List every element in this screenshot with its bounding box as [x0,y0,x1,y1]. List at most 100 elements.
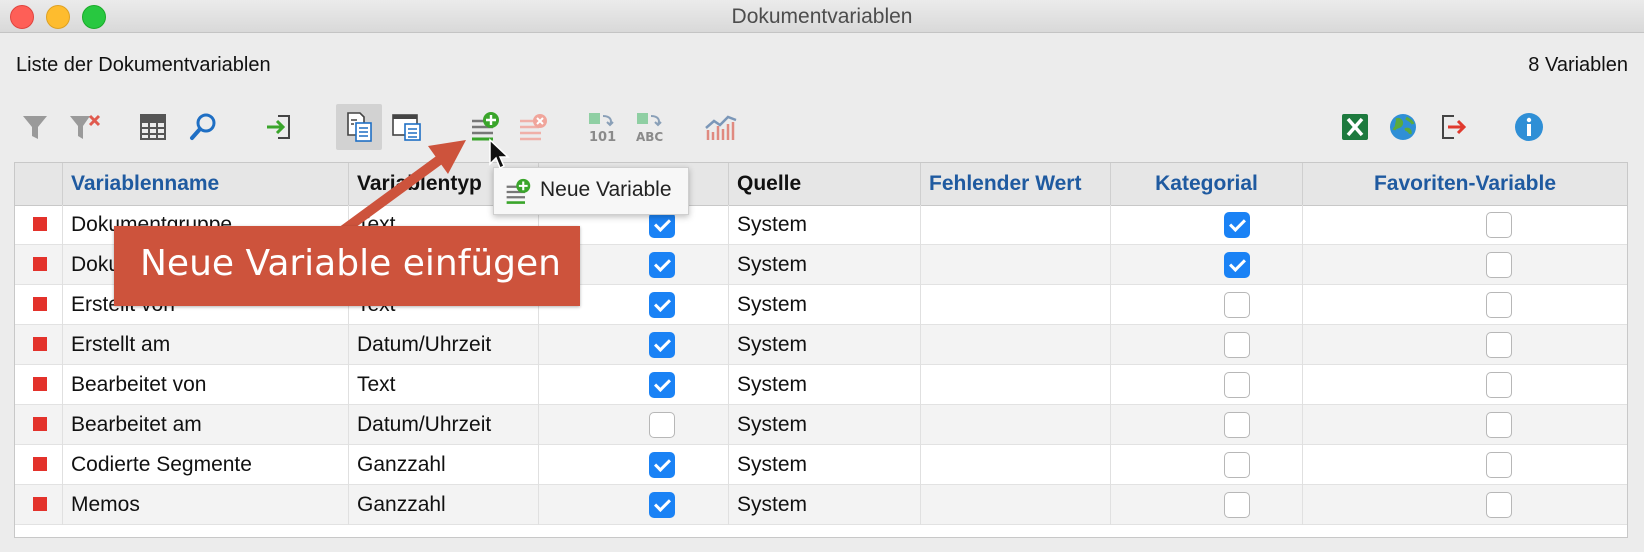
missing-value-cell [921,325,1111,365]
filter-icon [23,116,47,139]
column-header-source[interactable]: Quelle [729,163,921,205]
favorite-checkbox[interactable] [1486,252,1512,278]
missing-value-cell [921,445,1111,485]
clear-filter-button[interactable] [62,104,108,150]
delete-variable-button[interactable] [510,104,556,150]
code-variables-button[interactable] [384,104,430,150]
favorite-cell [1303,245,1627,285]
convert-text-button[interactable]: ABC [628,104,674,150]
convert-numeric-button[interactable]: 101 [580,104,626,150]
variable-count: 8 Variablen [1528,54,1628,76]
missing-value-cell [921,485,1111,525]
convert-text-icon: ABC [636,113,663,143]
visible-cell [539,365,729,405]
missing-value-cell [921,245,1111,285]
source-cell: System [729,325,921,365]
annotation-label: Neue Variable einfügen [140,243,561,284]
table-row[interactable]: Codierte Segmente Ganzzahl System [15,445,1627,485]
info-icon [1515,113,1543,141]
statistics-button[interactable] [698,104,744,150]
favorite-cell [1303,365,1627,405]
categorical-cell [1111,485,1303,525]
excel-export-icon [1342,114,1368,140]
categorical-checkbox[interactable] [1224,412,1250,438]
row-marker-cell [15,245,63,285]
visible-checkbox[interactable] [649,492,675,518]
statistics-icon [705,115,737,140]
favorite-cell [1303,445,1627,485]
source-cell: System [729,285,921,325]
categorical-checkbox[interactable] [1224,292,1250,318]
visible-cell [539,325,729,365]
categorical-checkbox[interactable] [1224,372,1250,398]
favorite-checkbox[interactable] [1486,412,1512,438]
row-marker-cell [15,485,63,525]
web-export-button[interactable] [1380,104,1426,150]
row-marker-cell [15,285,63,325]
favorite-checkbox[interactable] [1486,492,1512,518]
table-view-button[interactable] [130,104,176,150]
categorical-checkbox[interactable] [1224,332,1250,358]
info-button[interactable] [1506,104,1552,150]
row-marker-icon [33,377,47,391]
window-title: Dokumentvariablen [731,5,913,28]
visible-checkbox[interactable] [649,292,675,318]
visible-checkbox[interactable] [649,372,675,398]
variable-name-cell: Memos [63,485,349,525]
import-icon [267,115,290,139]
categorical-cell [1111,285,1303,325]
row-marker-cell [15,205,63,245]
visible-checkbox[interactable] [649,412,675,438]
row-marker-cell [15,365,63,405]
column-header-marker[interactable] [15,163,63,205]
visible-checkbox[interactable] [649,252,675,278]
favorite-checkbox[interactable] [1486,332,1512,358]
source-cell: System [729,365,921,405]
favorite-checkbox[interactable] [1486,452,1512,478]
table-row[interactable]: Bearbeitet am Datum/Uhrzeit System [15,405,1627,445]
visible-checkbox[interactable] [649,332,675,358]
variable-name-cell: Bearbeitet von [63,365,349,405]
categorical-cell [1111,205,1303,245]
categorical-cell [1111,245,1303,285]
variable-name-cell: Erstellt am [63,325,349,365]
svg-text:101: 101 [589,130,616,143]
categorical-cell [1111,325,1303,365]
table-row[interactable]: Memos Ganzzahl System [15,485,1627,525]
table-header: Variablenname Variablentyp Sichtbar Quel… [15,163,1627,206]
column-header-name[interactable]: Variablenname [63,163,349,205]
favorite-checkbox[interactable] [1486,372,1512,398]
table-row[interactable]: Bearbeitet von Text System [15,365,1627,405]
favorite-checkbox[interactable] [1486,212,1512,238]
clear-filter-icon [70,114,101,139]
import-button[interactable] [256,104,302,150]
visible-checkbox[interactable] [649,212,675,238]
visible-cell [539,445,729,485]
missing-value-cell [921,405,1111,445]
column-header-favorite[interactable]: Favoriten-Variable [1303,163,1627,205]
column-header-missing-value[interactable]: Fehlender Wert [921,163,1111,205]
new-variable-icon [506,178,531,204]
filter-button[interactable] [12,104,58,150]
variable-name-cell: Bearbeitet am [63,405,349,445]
excel-export-button[interactable] [1332,104,1378,150]
categorical-checkbox[interactable] [1224,212,1250,238]
document-variables-button[interactable] [336,104,382,150]
visible-checkbox[interactable] [649,452,675,478]
favorite-checkbox[interactable] [1486,292,1512,318]
delete-variable-icon [520,114,547,141]
row-marker-cell [15,325,63,365]
categorical-checkbox[interactable] [1224,452,1250,478]
column-header-categorical[interactable]: Kategorial [1111,163,1303,205]
row-marker-icon [33,217,47,231]
categorical-checkbox[interactable] [1224,492,1250,518]
mouse-cursor-icon [489,138,510,170]
favorite-cell [1303,285,1627,325]
table-row[interactable]: Erstellt am Datum/Uhrzeit System [15,325,1627,365]
categorical-checkbox[interactable] [1224,252,1250,278]
export-button[interactable] [1430,104,1476,150]
variable-type-cell: Datum/Uhrzeit [349,325,539,365]
search-button[interactable] [180,104,226,150]
source-cell: System [729,445,921,485]
list-label: Liste der Dokumentvariablen [16,54,271,76]
